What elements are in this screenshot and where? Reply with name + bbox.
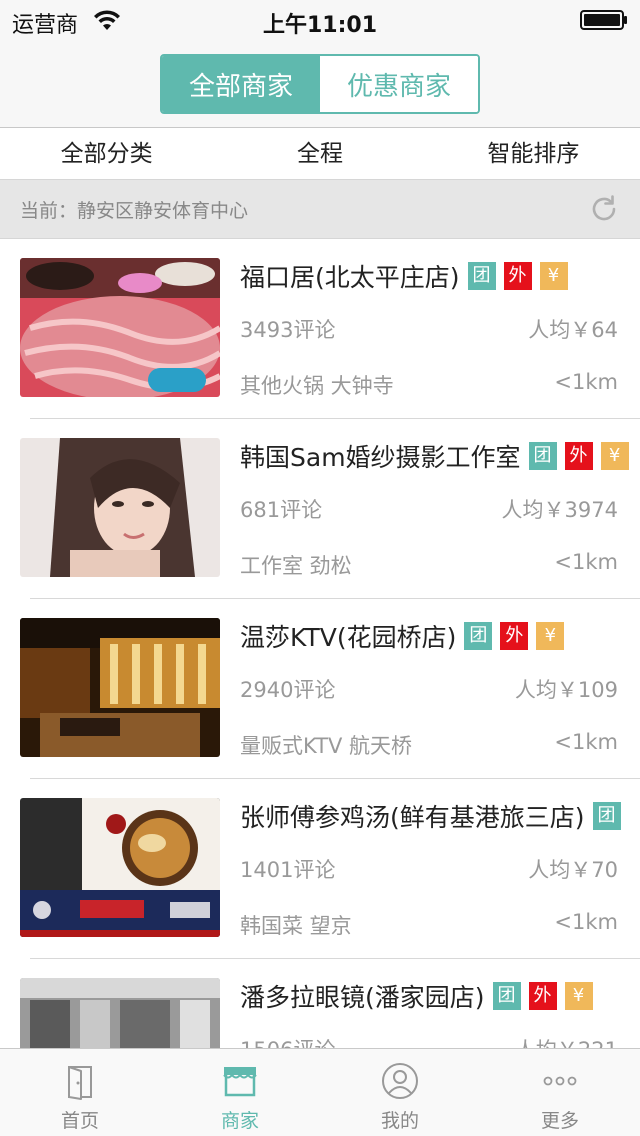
merchant-category-area: 韩国菜 望京 xyxy=(240,914,352,938)
refresh-icon[interactable] xyxy=(588,193,620,225)
merchant-list-item[interactable]: 温莎KTV(花园桥店) 团 外 ¥ 2940评论 人均￥109 量贩式KTV 航… xyxy=(0,599,640,779)
merchant-photo xyxy=(20,618,220,757)
payment-badge: ¥ xyxy=(600,442,629,470)
review-count: 3493评论 xyxy=(240,318,336,342)
filter-category[interactable]: 全部分类 xyxy=(0,129,213,179)
merchant-list-item[interactable]: 福口居(北太平庄店) 团 外 ¥ 3493评论 人均￥64 其他火锅 大钟寺 <… xyxy=(0,239,640,419)
merchant-distance: <1km xyxy=(554,550,618,574)
group-buy-badge: 团 xyxy=(492,982,521,1010)
tab-mine[interactable]: 我的 xyxy=(320,1049,480,1136)
tab-home-label: 首页 xyxy=(60,1110,99,1132)
takeout-badge: 外 xyxy=(528,982,557,1010)
takeout-badge: 外 xyxy=(503,262,532,290)
merchant-title-row: 韩国Sam婚纱摄影工作室 团 外 ¥ xyxy=(240,439,629,473)
payment-badge: ¥ xyxy=(536,622,565,650)
merchant-type-segmented-control: 全部商家 优惠商家 xyxy=(160,54,480,114)
merchant-title-row: 福口居(北太平庄店) 团 外 ¥ xyxy=(240,259,568,293)
payment-badge: ¥ xyxy=(564,982,593,1010)
nav-bar: 全部商家 优惠商家 xyxy=(0,40,640,128)
tab-merchants[interactable]: 商家 xyxy=(160,1049,320,1136)
merchant-name: 潘多拉眼镜(潘家园店) xyxy=(240,983,485,1012)
average-price: 人均￥70 xyxy=(528,858,618,882)
door-icon xyxy=(68,1066,92,1100)
group-buy-badge: 团 xyxy=(464,622,493,650)
merchant-category-area: 量贩式KTV 航天桥 xyxy=(240,734,413,758)
merchant-list-item[interactable]: 张师傅参鸡汤(鲜有基港旅三店) 团 1401评论 人均￥70 韩国菜 望京 <1… xyxy=(0,779,640,959)
storefront-icon xyxy=(223,1067,257,1097)
segment-all-merchants[interactable]: 全部商家 xyxy=(162,56,320,112)
merchant-photo xyxy=(20,798,220,937)
merchant-title-row: 温莎KTV(花园桥店) 团 外 ¥ xyxy=(240,619,565,653)
merchant-distance: <1km xyxy=(554,910,618,934)
segment-discount-merchants[interactable]: 优惠商家 xyxy=(320,56,478,112)
group-buy-badge: 团 xyxy=(528,442,557,470)
takeout-badge: 外 xyxy=(564,442,593,470)
payment-badge: ¥ xyxy=(539,262,568,290)
average-price: 人均￥3974 xyxy=(501,498,618,522)
merchant-category-area: 其他火锅 大钟寺 xyxy=(240,374,394,398)
filter-bar: 全部分类 全程 智能排序 xyxy=(0,129,640,179)
status-time: 上午11:01 xyxy=(262,13,378,38)
tab-bar: 首页 商家 我的 更多 xyxy=(0,1048,640,1136)
merchant-name: 张师傅参鸡汤(鲜有基港旅三店) xyxy=(240,803,585,832)
user-icon xyxy=(382,1063,418,1099)
review-count: 1401评论 xyxy=(240,858,336,882)
takeout-badge: 外 xyxy=(500,622,529,650)
merchant-name: 韩国Sam婚纱摄影工作室 xyxy=(240,443,521,472)
tab-more[interactable]: 更多 xyxy=(480,1049,640,1136)
filter-sort[interactable]: 智能排序 xyxy=(427,129,640,179)
merchant-name: 温莎KTV(花园桥店) xyxy=(240,623,457,652)
group-buy-badge: 团 xyxy=(592,802,621,830)
merchant-list-item[interactable]: 潘多拉眼镜(潘家园店) 团 外 ¥ 1506评论 人均￥221 xyxy=(0,959,640,1049)
merchant-photo xyxy=(20,978,220,1049)
merchant-category-area: 工作室 劲松 xyxy=(240,554,352,578)
merchant-photo xyxy=(20,438,220,577)
merchant-distance: <1km xyxy=(554,370,618,394)
merchant-list-item[interactable]: 韩国Sam婚纱摄影工作室 团 外 ¥ 681评论 人均￥3974 工作室 劲松 … xyxy=(0,419,640,599)
filter-range[interactable]: 全程 xyxy=(213,129,426,179)
group-buy-badge: 团 xyxy=(467,262,496,290)
current-location-text: 当前：静安区静安体育中心 xyxy=(20,200,249,222)
merchant-list: 福口居(北太平庄店) 团 外 ¥ 3493评论 人均￥64 其他火锅 大钟寺 <… xyxy=(0,239,640,1049)
merchant-distance: <1km xyxy=(554,730,618,754)
status-bar: 运营商 上午11:01 xyxy=(0,0,640,40)
tab-home[interactable]: 首页 xyxy=(0,1049,160,1136)
merchant-photo xyxy=(20,258,220,397)
review-count: 681评论 xyxy=(240,498,323,522)
merchant-name: 福口居(北太平庄店) xyxy=(240,263,460,292)
review-count: 1506评论 xyxy=(240,1034,335,1049)
battery-icon xyxy=(580,10,627,30)
current-location-bar: 当前：静安区静安体育中心 xyxy=(0,179,640,239)
average-price: 人均￥109 xyxy=(514,678,618,702)
tab-more-label: 更多 xyxy=(540,1110,579,1132)
tab-mine-label: 我的 xyxy=(380,1110,419,1132)
tab-merchants-label: 商家 xyxy=(220,1110,259,1132)
merchant-title-row: 张师傅参鸡汤(鲜有基港旅三店) 团 xyxy=(240,799,621,833)
more-dots-icon xyxy=(543,1076,577,1086)
average-price: 人均￥64 xyxy=(528,318,618,342)
review-count: 2940评论 xyxy=(240,678,336,702)
merchant-title-row: 潘多拉眼镜(潘家园店) 团 外 ¥ xyxy=(240,979,593,1013)
average-price: 人均￥221 xyxy=(515,1034,618,1049)
